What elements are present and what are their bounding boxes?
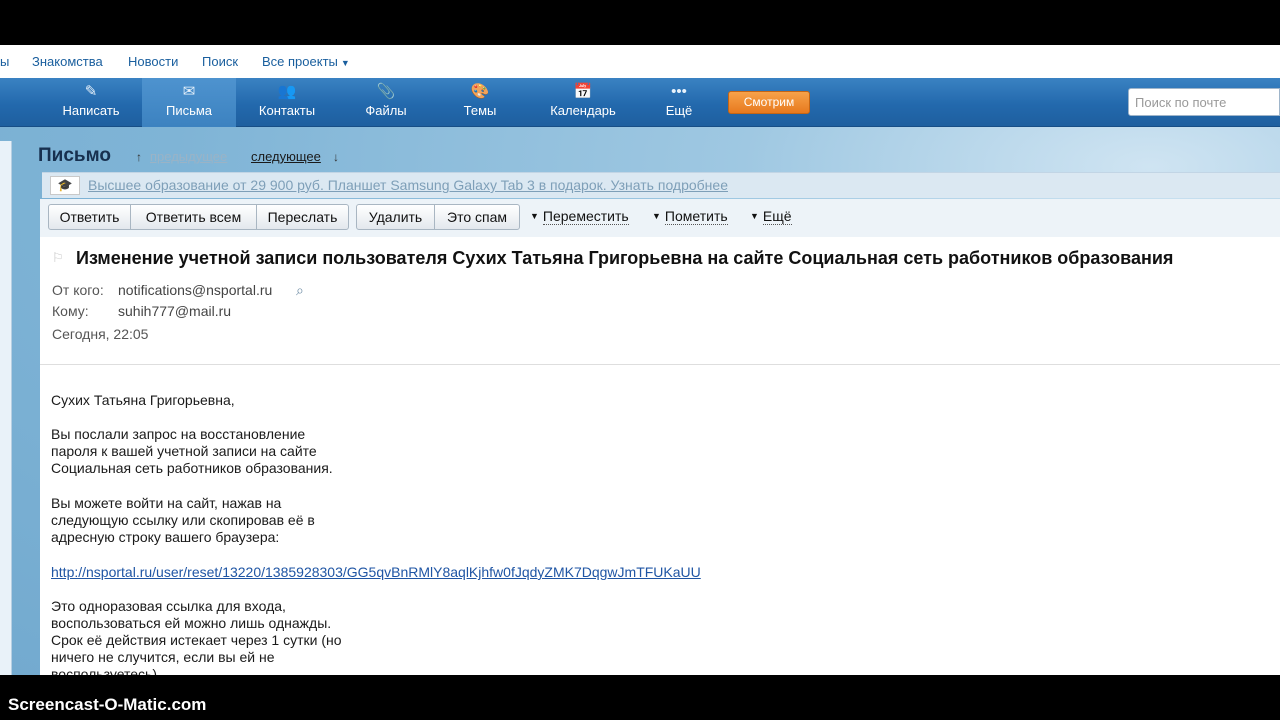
mark-label: Пометить: [664, 208, 728, 225]
envelope-icon: ✉: [182, 83, 196, 100]
nav-letters[interactable]: ✉ Письма: [142, 78, 236, 127]
reply-all-button[interactable]: Ответить всем: [130, 204, 257, 230]
message-view: ⚐ Изменение учетной записи пользователя …: [40, 237, 1280, 682]
watch-button[interactable]: Смотрим: [728, 91, 810, 114]
body-line: ничего не случится, если вы ей не: [51, 649, 275, 665]
body-line: воспользоваться ей можно лишь однажды.: [51, 615, 332, 631]
body-line: пароля к вашей учетной записи на сайте: [51, 443, 317, 459]
nav-calendar-label: Календарь: [550, 103, 616, 118]
ad-link[interactable]: Высшее образование от 29 900 руб. Планше…: [88, 177, 728, 193]
mark-dropdown[interactable]: ▼ Пометить: [652, 208, 728, 225]
body-paragraph-2: Вы можете войти на сайт, нажав на следую…: [51, 495, 315, 546]
from-label: От кого:: [52, 282, 104, 298]
magnifier-icon[interactable]: ⌕: [296, 282, 304, 299]
contacts-icon: 👥: [277, 83, 297, 100]
portal-link-dating[interactable]: Знакомства: [32, 54, 103, 69]
header-divider: [40, 364, 1280, 365]
message-date: Сегодня, 22:05: [52, 326, 149, 342]
nav-contacts[interactable]: 👥 Контакты: [240, 78, 334, 127]
nav-files-label: Файлы: [365, 103, 407, 118]
more-dropdown[interactable]: ▼ Ещё: [750, 208, 792, 225]
reply-button[interactable]: Ответить: [48, 204, 131, 230]
all-projects-label: Все проекты: [262, 54, 338, 69]
body-line: Срок её действия истекает через 1 сутки …: [51, 632, 342, 648]
calendar-icon: 📅: [573, 83, 593, 100]
spam-button[interactable]: Это спам: [434, 204, 520, 230]
nav-compose[interactable]: ✎ Написать: [44, 78, 138, 127]
paperclip-icon: 📎: [376, 83, 396, 100]
body-line: Социальная сеть работников образования.: [51, 460, 333, 476]
nav-themes-label: Темы: [463, 103, 497, 118]
flag-icon[interactable]: ⚐: [52, 251, 66, 265]
main-nav: ✎ Написать ✉ Письма 👥 Контакты 📎 Файлы 🎨…: [0, 78, 1280, 127]
portal-link-all-projects[interactable]: Все проекты ▼: [262, 54, 350, 69]
body-line: адресную строку вашего браузера:: [51, 529, 280, 545]
portal-link-search[interactable]: Поиск: [202, 54, 238, 69]
recorder-watermark: Screencast-O-Matic.com: [8, 695, 207, 714]
caret-down-icon: ▼: [530, 211, 539, 221]
from-address[interactable]: notifications@nsportal.ru: [118, 282, 272, 298]
portal-link-partial[interactable]: ы: [0, 54, 9, 69]
body-line: следующую ссылку или скопировав её в: [51, 512, 315, 528]
arrow-down-icon: ↓: [333, 150, 339, 164]
body-line: Это одноразовая ссылка для входа,: [51, 598, 286, 614]
reset-link[interactable]: http://nsportal.ru/user/reset/13220/1385…: [51, 564, 701, 580]
body-line: Вы послали запрос на восстановление: [51, 426, 306, 442]
message-body: Сухих Татьяна Григорьевна,: [51, 392, 235, 409]
nav-files[interactable]: 📎 Файлы: [339, 78, 433, 127]
arrow-up-icon: ↑: [136, 150, 142, 164]
from-row: От кого: notifications@nsportal.ru: [52, 282, 272, 298]
portal-link-news[interactable]: Новости: [128, 54, 178, 69]
delete-button[interactable]: Удалить: [356, 204, 435, 230]
top-letterbox: [0, 0, 1280, 45]
move-dropdown[interactable]: ▼ Переместить: [530, 208, 629, 225]
more-label: Ещё: [762, 208, 792, 225]
caret-down-icon: ▼: [652, 211, 661, 221]
to-row: Кому: suhih777@mail.ru: [52, 303, 231, 319]
page-title: Письмо: [38, 145, 111, 166]
more-dots-icon: •••: [671, 83, 687, 100]
nav-calendar[interactable]: 📅 Календарь: [536, 78, 630, 127]
ad-banner: 🎓 Высшее образование от 29 900 руб. План…: [42, 172, 1280, 198]
nav-more[interactable]: ••• Ещё: [632, 78, 726, 127]
portal-nav: ы Знакомства Новости Поиск Все проекты ▼: [0, 45, 1280, 78]
greeting: Сухих Татьяна Григорьевна,: [51, 392, 235, 408]
body-paragraph-1: Вы послали запрос на восстановление паро…: [51, 426, 333, 477]
nav-more-label: Ещё: [665, 103, 693, 118]
to-address: suhih777@mail.ru: [118, 303, 232, 319]
body-link-row: http://nsportal.ru/user/reset/13220/1385…: [51, 564, 701, 581]
nav-letters-label: Письма: [165, 103, 213, 118]
nav-contacts-label: Контакты: [258, 103, 316, 118]
nav-themes[interactable]: 🎨 Темы: [433, 78, 527, 127]
next-letter-link[interactable]: следующее: [251, 149, 321, 164]
message-toolbar: Ответить Ответить всем Переслать Удалить…: [40, 199, 1280, 237]
graduation-cap-icon: 🎓: [50, 176, 80, 195]
message-subject: Изменение учетной записи пользователя Су…: [76, 248, 1174, 268]
caret-down-icon: ▼: [750, 211, 759, 221]
forward-button[interactable]: Переслать: [256, 204, 349, 230]
mail-search-input[interactable]: Поиск по почте: [1128, 88, 1280, 116]
body-line: Вы можете войти на сайт, нажав на: [51, 495, 282, 511]
nav-compose-label: Написать: [62, 103, 120, 118]
caret-down-icon: ▼: [340, 58, 350, 68]
body-paragraph-3: Это одноразовая ссылка для входа, воспол…: [51, 598, 342, 683]
pencil-icon: ✎: [84, 83, 98, 100]
palette-icon: 🎨: [470, 83, 490, 100]
prev-letter-link[interactable]: предыдущее: [150, 149, 227, 164]
move-label: Переместить: [542, 208, 629, 225]
left-panel-edge: [0, 141, 12, 675]
to-label: Кому:: [52, 303, 89, 319]
